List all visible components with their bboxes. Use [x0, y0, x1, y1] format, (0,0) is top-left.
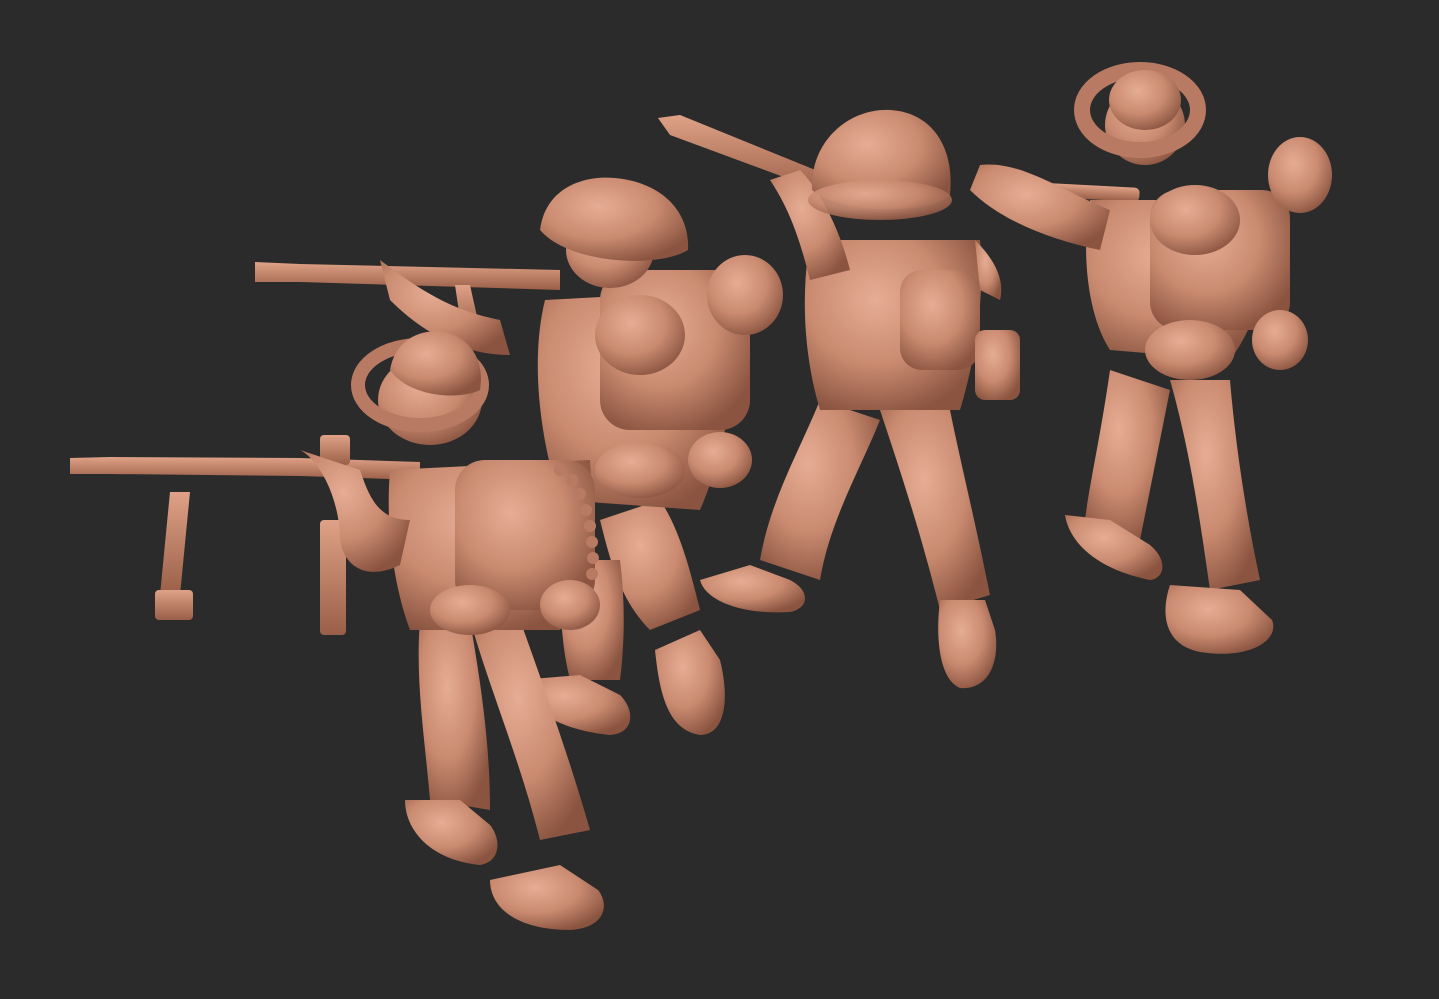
figure-submachine-gunner: [70, 331, 604, 930]
figure-boonie-hat-right: [970, 62, 1332, 654]
sculpt-render: [70, 62, 1332, 930]
render-viewport: [0, 0, 1439, 999]
